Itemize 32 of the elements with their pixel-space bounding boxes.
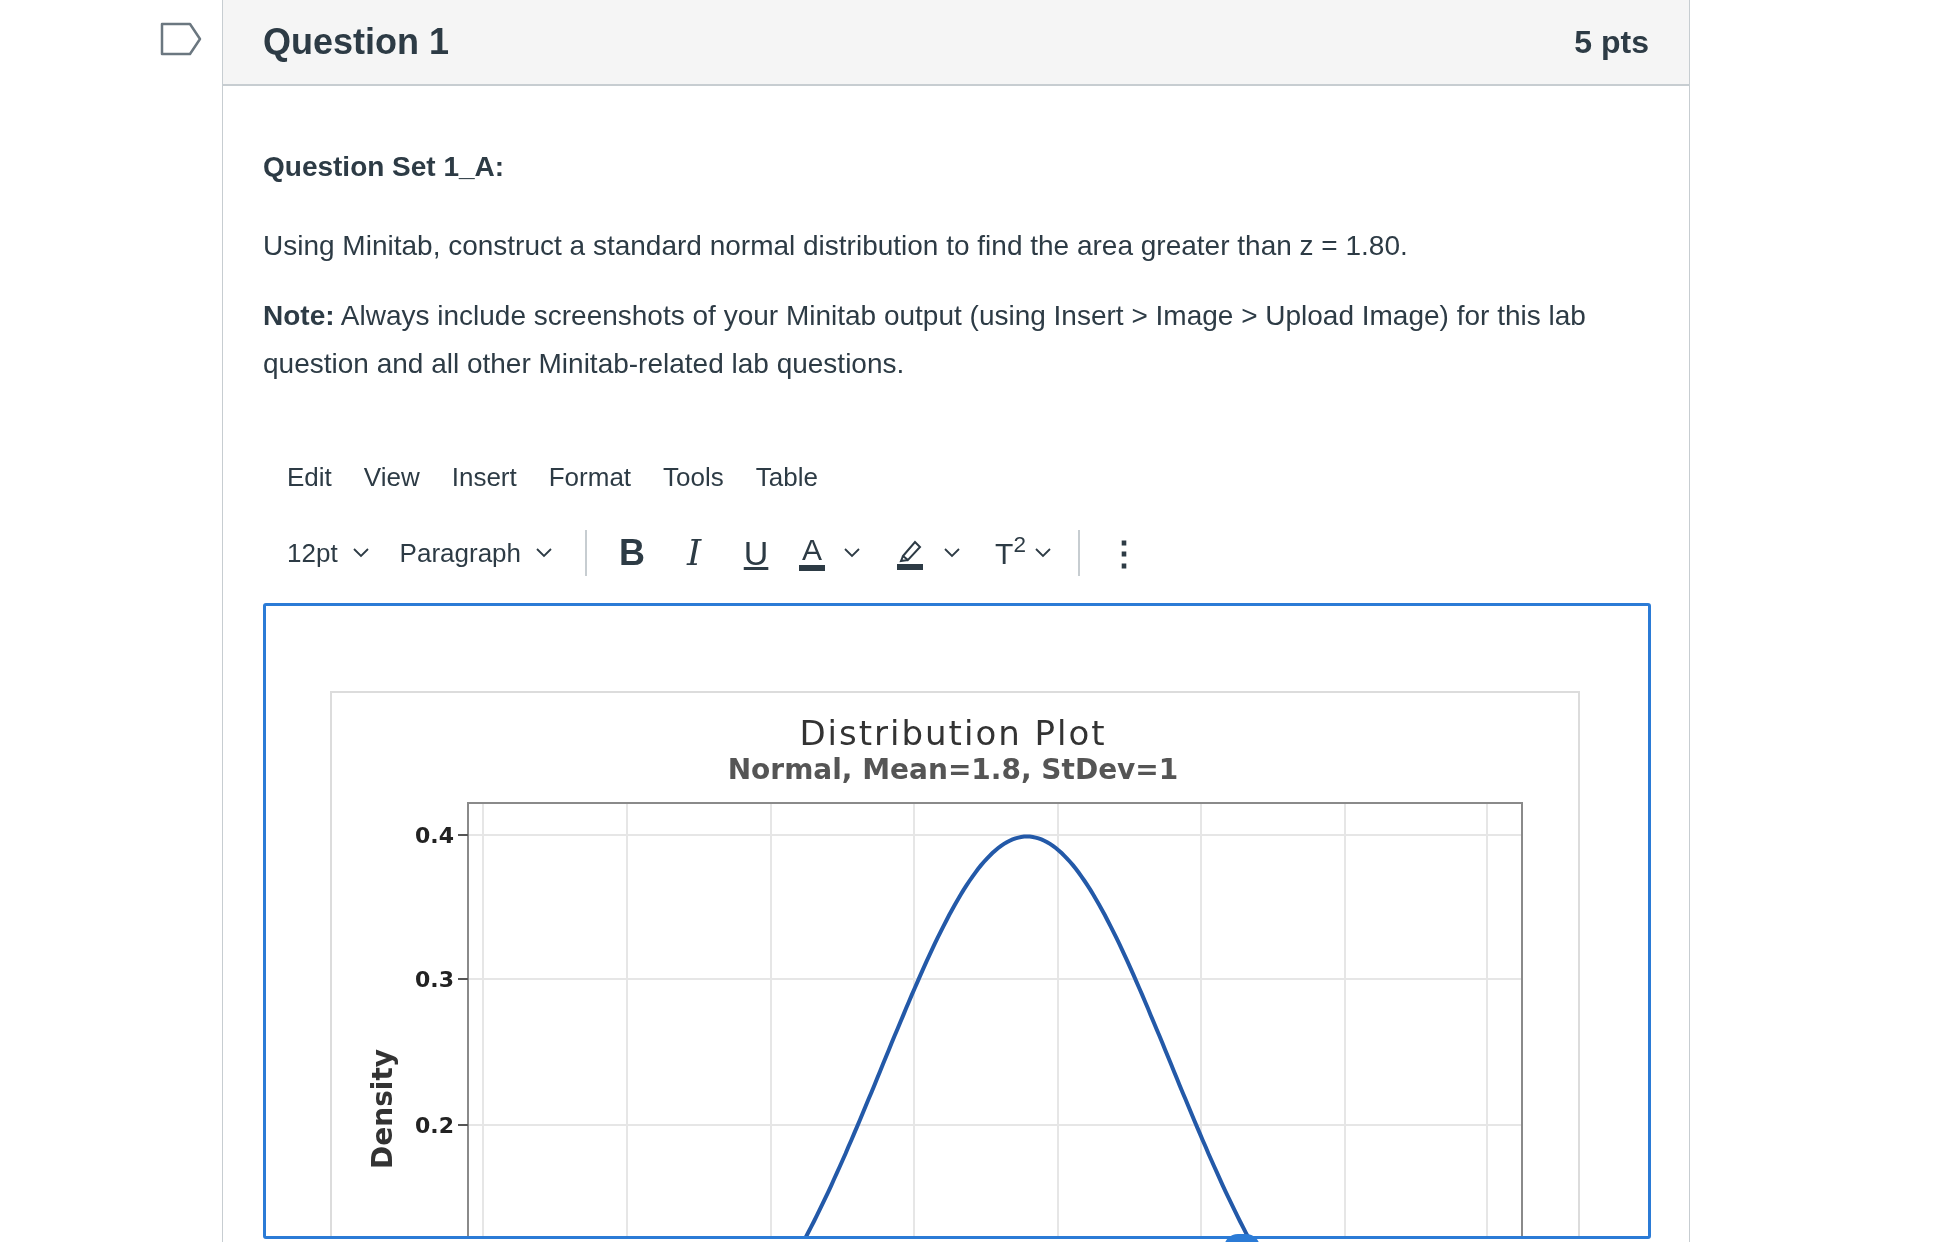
chart-title: Distribution Plot — [799, 713, 1107, 753]
tick-label: 0.3 — [415, 967, 454, 992]
more-button[interactable]: ⋮ — [1093, 527, 1154, 579]
question-subheading: Question Set 1_A: — [263, 150, 506, 184]
dropdown-button[interactable]: Paragraph — [387, 533, 566, 573]
menu-item[interactable]: Table — [743, 454, 830, 501]
menu-item[interactable]: Insert — [439, 454, 529, 501]
chart-subtitle: Normal, Mean=1.8, StDev=1 — [727, 753, 1179, 786]
caret-icon — [535, 547, 554, 559]
dropdown-button[interactable]: 12pt — [275, 533, 382, 573]
question-text: Using Minitab, construct a standard normal distribution to find the area greater than z = 1.80. — [263, 229, 1409, 263]
tick-label: 0.2 — [415, 1113, 454, 1138]
editor-area[interactable]: Distribution Plot Normal, Mean=1.8, StDev=1 0.4 0.3 0.2 Density — [263, 603, 1651, 1239]
underline-button[interactable]: U — [725, 527, 788, 579]
text-color-button[interactable]: A — [787, 535, 874, 571]
question-title: Question 1 — [263, 20, 450, 64]
caret-icon — [351, 547, 370, 559]
axis-label: Density — [366, 1048, 399, 1170]
menu-item[interactable]: View — [351, 454, 432, 501]
italic-button[interactable]: I — [663, 526, 726, 580]
caret-icon — [943, 547, 962, 559]
tick-label: 0.4 — [415, 823, 454, 848]
menu-item[interactable]: Edit — [275, 454, 344, 501]
bookmark-icon[interactable] — [160, 22, 202, 56]
menu-item[interactable]: Tools — [651, 454, 736, 501]
points-label: 5 pts — [1574, 23, 1649, 62]
bold-button[interactable]: B — [601, 526, 664, 580]
question-text: Note: Always include screenshots of your Minitab output (using Insert > Image > Upload Image) for this lab question and all other Minitab-related lab questions. — [263, 299, 1587, 381]
superscript-button[interactable]: T$^{2}$ — [983, 530, 1064, 576]
caret-icon — [1033, 547, 1052, 559]
caret-icon — [843, 547, 862, 559]
menu-item[interactable]: Format — [536, 454, 644, 501]
